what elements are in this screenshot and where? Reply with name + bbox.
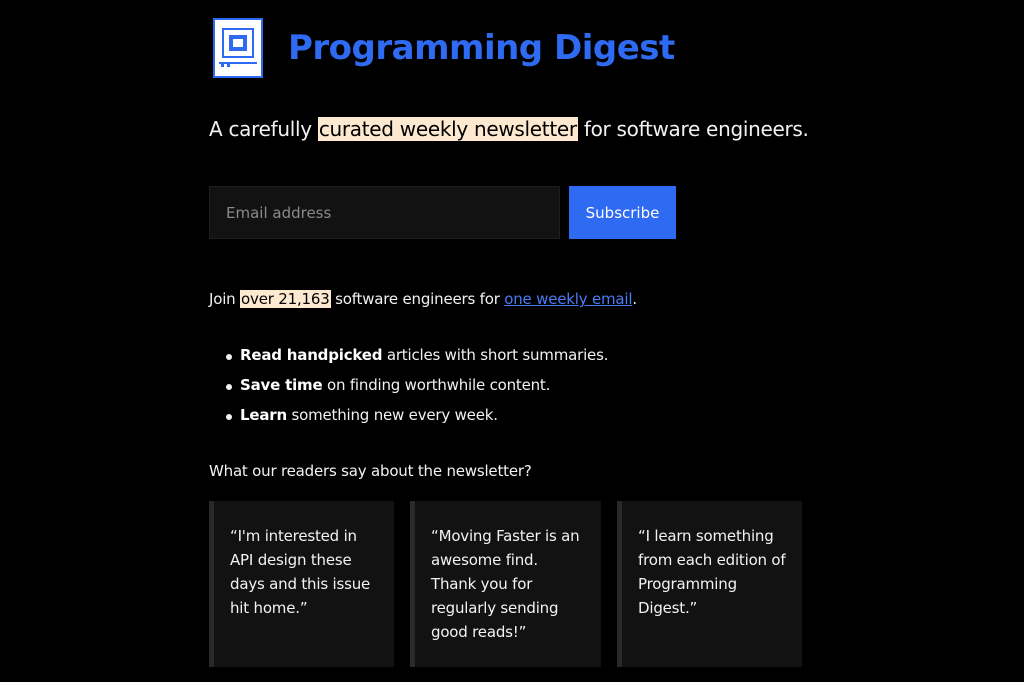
subscribe-button[interactable]: Subscribe: [569, 186, 676, 239]
email-input[interactable]: [209, 186, 560, 239]
header: Programming Digest: [213, 18, 675, 78]
benefit-item: Read handpicked articles with short summ…: [209, 346, 608, 376]
testimonials: “I'm interested in API design these days…: [209, 501, 802, 667]
join-text-before: Join: [209, 290, 241, 308]
site-title: Programming Digest: [288, 28, 675, 68]
testimonial-card: “I learn something from each edition of …: [617, 501, 802, 667]
join-text: Join over 21,163 software engineers for …: [209, 290, 637, 308]
join-text-after: .: [632, 290, 637, 308]
benefit-bold: Learn: [240, 406, 287, 424]
testimonial-card: “I'm interested in API design these days…: [209, 501, 394, 667]
computer-screen-logo-icon: [213, 18, 263, 78]
benefit-rest: articles with short summaries.: [382, 346, 609, 364]
subscriber-count-highlight: over 21,163: [240, 290, 331, 308]
testimonials-heading: What our readers say about the newslette…: [209, 462, 532, 480]
tagline-highlight: curated weekly newsletter: [317, 117, 578, 141]
benefit-item: Save time on finding worthwhile content.: [209, 376, 608, 406]
benefit-bold: Read handpicked: [240, 346, 383, 364]
tagline: A carefully curated weekly newsletter fo…: [209, 117, 809, 141]
benefit-rest: something new every week.: [286, 406, 498, 424]
testimonial-card: “Moving Faster is an awesome find. Thank…: [410, 501, 601, 667]
benefit-item: Learn something new every week.: [209, 406, 608, 436]
weekly-email-link[interactable]: one weekly email: [504, 290, 632, 308]
benefits-list: Read handpicked articles with short summ…: [209, 346, 608, 436]
tagline-text-before: A carefully: [209, 117, 318, 141]
subscribe-form: Subscribe: [209, 186, 676, 239]
join-text-middle: software engineers for: [330, 290, 505, 308]
benefit-rest: on finding worthwhile content.: [322, 376, 551, 394]
tagline-text-after: for software engineers.: [577, 117, 809, 141]
benefit-bold: Save time: [240, 376, 323, 394]
